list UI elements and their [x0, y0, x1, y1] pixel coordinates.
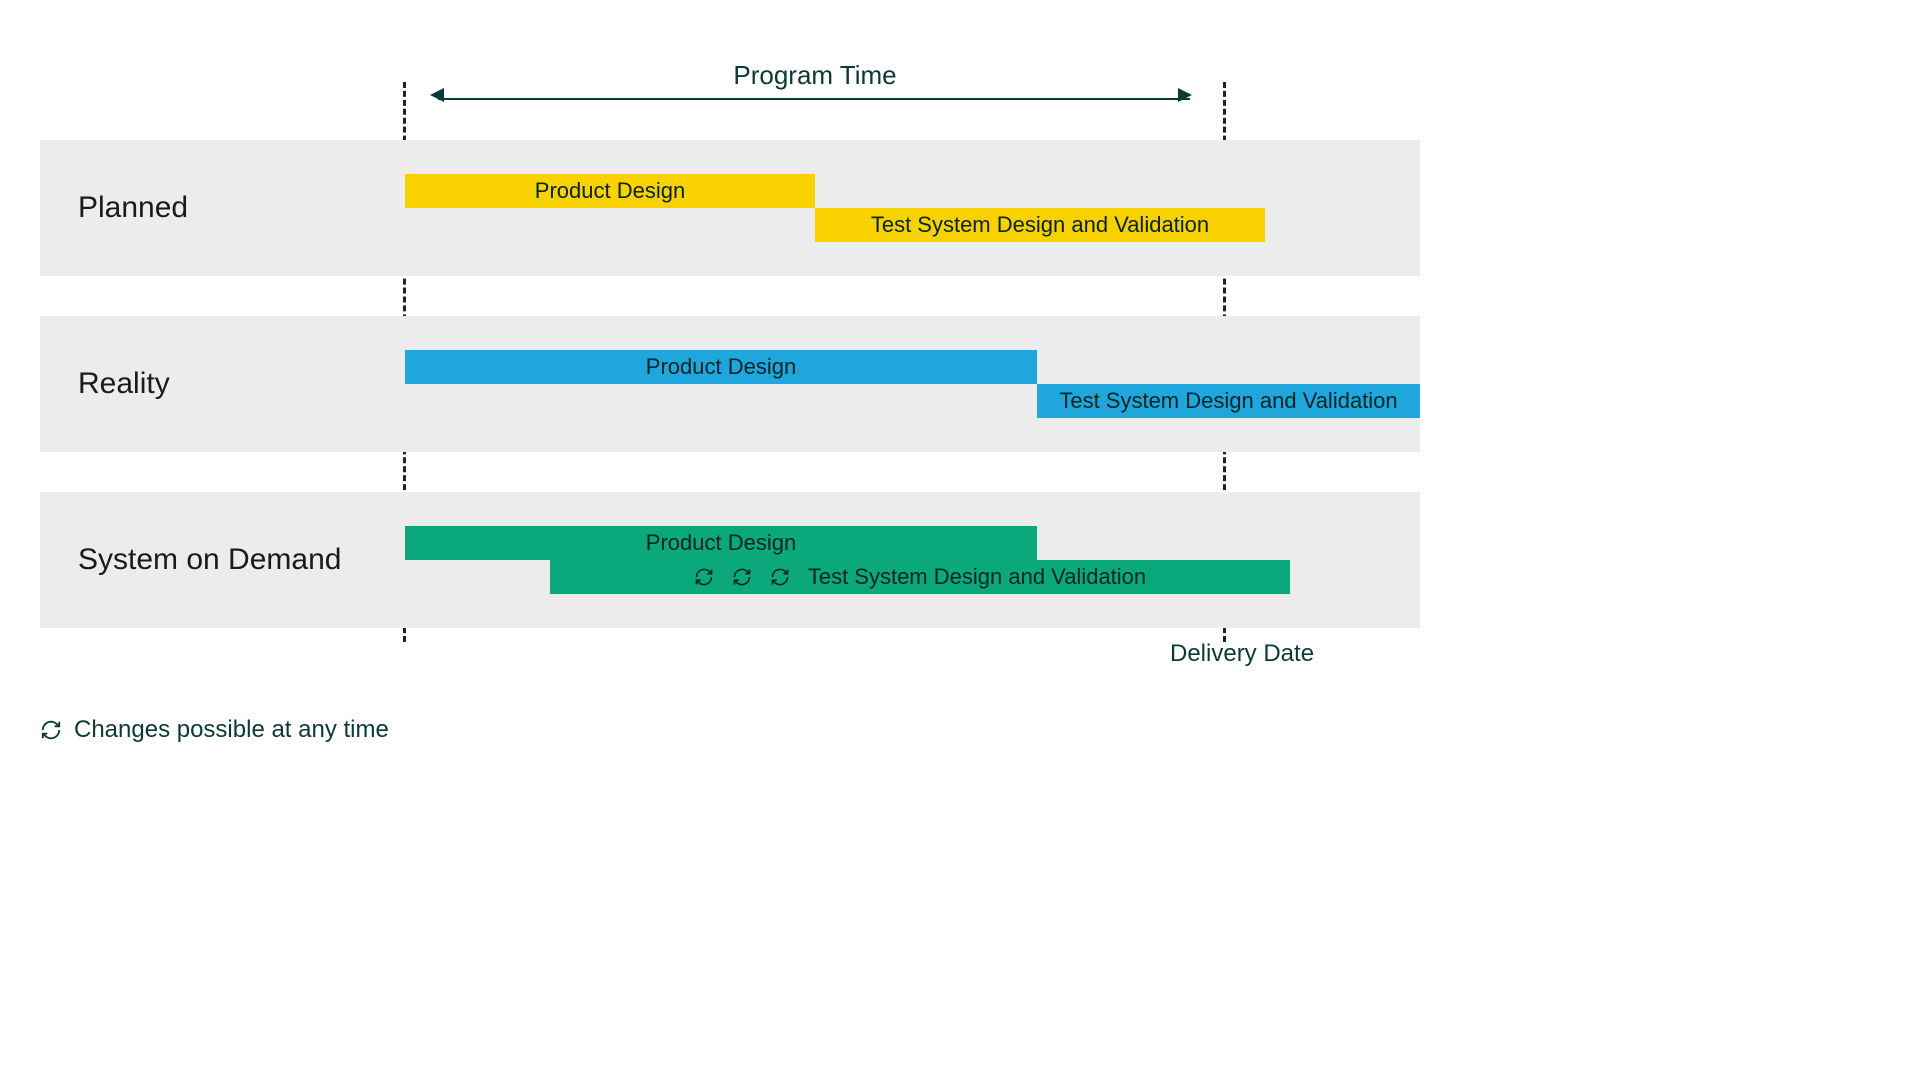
bar-planned-test-system: Test System Design and Validation — [815, 208, 1265, 242]
row-planned: Planned Product Design Test System Desig… — [40, 140, 1420, 276]
row-label-planned: Planned — [78, 191, 188, 225]
row-label-sod: System on Demand — [78, 543, 341, 577]
delivery-date-label: Delivery Date — [1170, 640, 1314, 668]
cycle-icon — [732, 567, 752, 587]
axis-label: Program Time — [405, 60, 1225, 91]
arrow-left-icon — [430, 88, 444, 102]
bar-reality-test-system: Test System Design and Validation — [1037, 384, 1420, 418]
timeline-chart: Program Time Planned Product Design Test… — [0, 0, 1920, 1080]
axis-arrow-line — [438, 98, 1190, 100]
legend: Changes possible at any time — [40, 716, 389, 744]
legend-text: Changes possible at any time — [74, 716, 389, 744]
cycle-icon — [694, 567, 714, 587]
cycle-icon — [770, 567, 790, 587]
bar-planned-product-design: Product Design — [405, 174, 815, 208]
cycle-icon — [40, 719, 62, 741]
bar-sod-test-system: Test System Design and Validation — [550, 560, 1290, 594]
row-system-on-demand: System on Demand Product Design Test Sys… — [40, 492, 1420, 628]
bar-reality-product-design: Product Design — [405, 350, 1037, 384]
row-reality: Reality Product Design Test System Desig… — [40, 316, 1420, 452]
bar-sod-test-system-label: Test System Design and Validation — [808, 564, 1146, 590]
bar-sod-product-design: Product Design — [405, 526, 1037, 560]
row-label-reality: Reality — [78, 367, 170, 401]
arrow-right-icon — [1178, 88, 1192, 102]
